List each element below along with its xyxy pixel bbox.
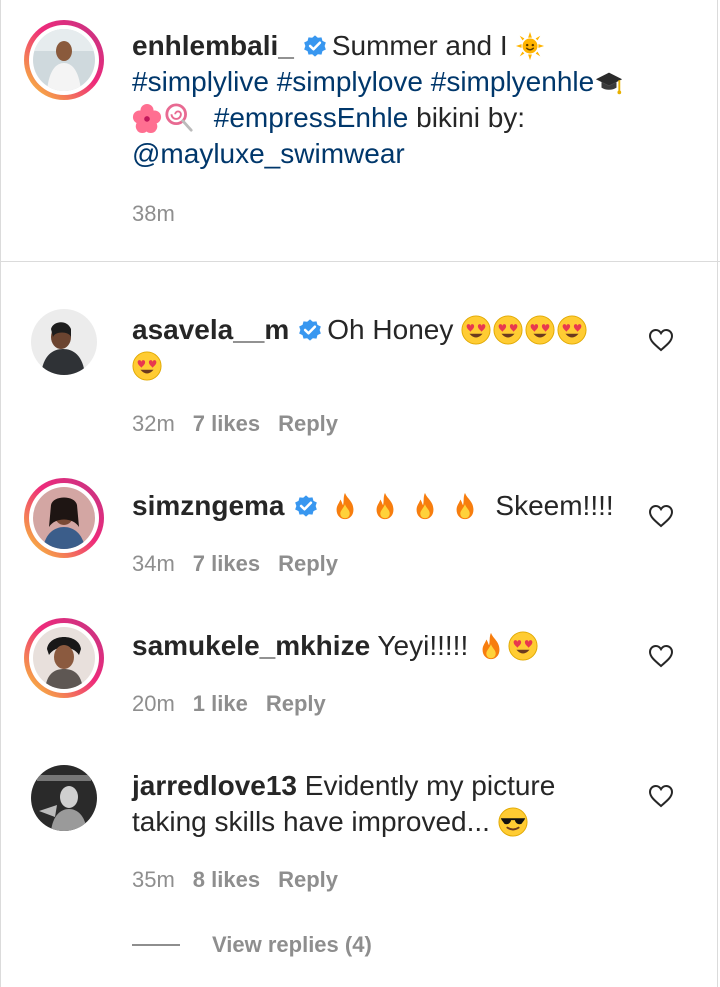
comment-body: jarredlove13 Evidently my picture taking…: [132, 768, 632, 840]
avatar-simzngema[interactable]: [24, 478, 104, 558]
comment-body: samukele_mkhize Yeyi!!!!!: [132, 628, 632, 664]
comment-likes[interactable]: 7 likes: [193, 551, 260, 576]
caption-text-end: bikini by:: [416, 102, 526, 133]
heart-eyes-icon: [508, 631, 538, 661]
fire-icon: [476, 631, 506, 661]
comment-text: Skeem!!!!: [495, 490, 614, 521]
caption-text: enhlembali_ Summer and I #simplylive #sim…: [132, 28, 692, 172]
avatar-samukele[interactable]: [24, 618, 104, 698]
lollipop-icon: [165, 103, 193, 132]
comment-time: 32m: [132, 411, 175, 436]
sunglasses-face-icon: [498, 807, 528, 837]
caption-text-start: Summer and I: [331, 30, 508, 61]
comment-likes[interactable]: 8 likes: [193, 867, 260, 892]
heart-eyes-icon: [557, 315, 587, 345]
graduation-cap-icon: [596, 72, 623, 95]
comment-meta: 20m 1 like Reply: [132, 690, 344, 718]
caption-hashtags[interactable]: #simplylive #simplylove #simplyenhle: [132, 66, 594, 97]
like-heart-icon[interactable]: [648, 328, 674, 352]
comment-username[interactable]: asavela__m: [132, 314, 289, 345]
view-replies-button[interactable]: View replies (4): [212, 930, 372, 960]
comment-text-line1: Evidently my picture: [304, 770, 556, 801]
fire-icon: [410, 491, 440, 521]
fire-icon: [450, 491, 480, 521]
heart-eyes-icon: [132, 351, 162, 381]
comment-text: Yeyi!!!!!: [377, 630, 469, 661]
comment-username[interactable]: simzngema: [132, 490, 285, 521]
reply-button[interactable]: Reply: [278, 411, 338, 436]
comment-likes[interactable]: 1 like: [193, 691, 248, 716]
verified-badge-icon: [302, 33, 328, 59]
view-replies-line: [132, 944, 180, 946]
comment-text-line2: taking skills have improved...: [132, 806, 490, 837]
caption-mention[interactable]: @mayluxe_swimwear: [132, 138, 405, 169]
comment-meta: 35m 8 likes Reply: [132, 866, 356, 894]
heart-eyes-icon: [493, 315, 523, 345]
verified-badge-icon: [293, 493, 319, 519]
reply-button[interactable]: Reply: [278, 867, 338, 892]
comment-username[interactable]: jarredlove13: [132, 770, 297, 801]
hibiscus-icon: [132, 103, 162, 133]
like-heart-icon[interactable]: [648, 784, 674, 808]
verified-badge-icon: [297, 317, 323, 343]
divider: [0, 261, 720, 262]
avatar-enhlembali[interactable]: [24, 20, 104, 100]
comment-time: 34m: [132, 551, 175, 576]
comment-meta: 34m 7 likes Reply: [132, 550, 356, 578]
comment-time: 35m: [132, 867, 175, 892]
heart-eyes-icon: [461, 315, 491, 345]
like-heart-icon[interactable]: [648, 644, 674, 668]
fire-icon: [330, 491, 360, 521]
heart-eyes-icon: [525, 315, 555, 345]
comment-text: Oh Honey: [327, 314, 454, 345]
reply-button[interactable]: Reply: [278, 551, 338, 576]
comment-username[interactable]: samukele_mkhize: [132, 630, 370, 661]
comment-body: simzngema Skeem!!!!: [132, 488, 632, 524]
caption-hashtag-empress[interactable]: #empressEnhle: [214, 102, 409, 133]
like-heart-icon[interactable]: [648, 504, 674, 528]
avatar-jarredlove[interactable]: [24, 758, 104, 838]
comment-time: 20m: [132, 691, 175, 716]
reply-button[interactable]: Reply: [266, 691, 326, 716]
comment-body: asavela__m Oh Honey: [132, 312, 632, 384]
avatar-asavela[interactable]: [24, 302, 104, 382]
fire-icon: [370, 491, 400, 521]
caption-meta: 38m: [132, 200, 193, 228]
comment-meta: 32m 7 likes Reply: [132, 410, 356, 438]
caption-time: 38m: [132, 201, 175, 226]
sun-with-face-icon: [516, 31, 545, 61]
comment-likes[interactable]: 7 likes: [193, 411, 260, 436]
caption-username[interactable]: enhlembali_: [132, 30, 294, 61]
